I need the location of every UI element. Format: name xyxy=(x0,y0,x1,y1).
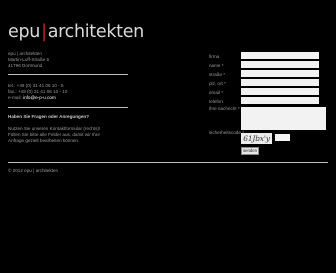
captcha-image: 61Jbx'y xyxy=(241,133,272,144)
divider-top xyxy=(8,74,128,75)
divider-footer xyxy=(8,162,328,163)
address-line-3: 41796 Dortmund xyxy=(8,63,43,69)
label-nachricht: ihre nachricht * xyxy=(209,106,240,111)
nachricht-textarea[interactable] xyxy=(241,107,326,130)
label-email: email * xyxy=(209,90,224,95)
label-firma: firma xyxy=(209,54,220,59)
label-name: name * xyxy=(209,63,224,68)
captcha-input[interactable] xyxy=(275,134,290,141)
email-input[interactable] xyxy=(241,88,319,95)
divider-middle xyxy=(8,107,128,108)
label-sicherheitscode: sicherheitscode * xyxy=(209,130,244,135)
logo-separator: | xyxy=(41,22,47,42)
email-link[interactable]: info@e-p-u.com xyxy=(23,95,56,100)
firma-input[interactable] xyxy=(241,52,319,59)
contact-block: tel.: +49 (0) 31 41 06 10 - 5 fax.: +49 … xyxy=(8,83,67,102)
name-input[interactable] xyxy=(241,61,319,68)
logo-text-epu: epu xyxy=(8,22,41,42)
questions-text: Nutzen Sie unseren Kontaktformular (rech… xyxy=(8,126,100,145)
email-row: e-mail: info@e-p-u.com xyxy=(8,95,67,101)
label-plz-ort: plz, ort * xyxy=(209,81,226,86)
site-logo[interactable]: epu|architekten xyxy=(8,22,144,42)
copyright: © 2012 epu | architekten xyxy=(8,168,59,173)
submit-button[interactable]: senden xyxy=(241,147,259,155)
label-strasse: straße * xyxy=(209,72,226,77)
telefon-input[interactable] xyxy=(241,97,319,104)
strasse-input[interactable] xyxy=(241,70,319,77)
address-block: epu | architekten Martin-Luff-Straße 5 4… xyxy=(8,51,49,70)
questions-heading: Haben Sie Fragen oder Anregungen? xyxy=(8,114,89,119)
logo-text-architekten: architekten xyxy=(47,22,145,42)
label-telefon: telefon xyxy=(209,99,223,104)
plz-ort-input[interactable] xyxy=(241,79,319,86)
email-label: e-mail: xyxy=(8,95,24,101)
questions-text-line-3: Anfrage gezielt bearbeiten können. xyxy=(8,138,80,144)
